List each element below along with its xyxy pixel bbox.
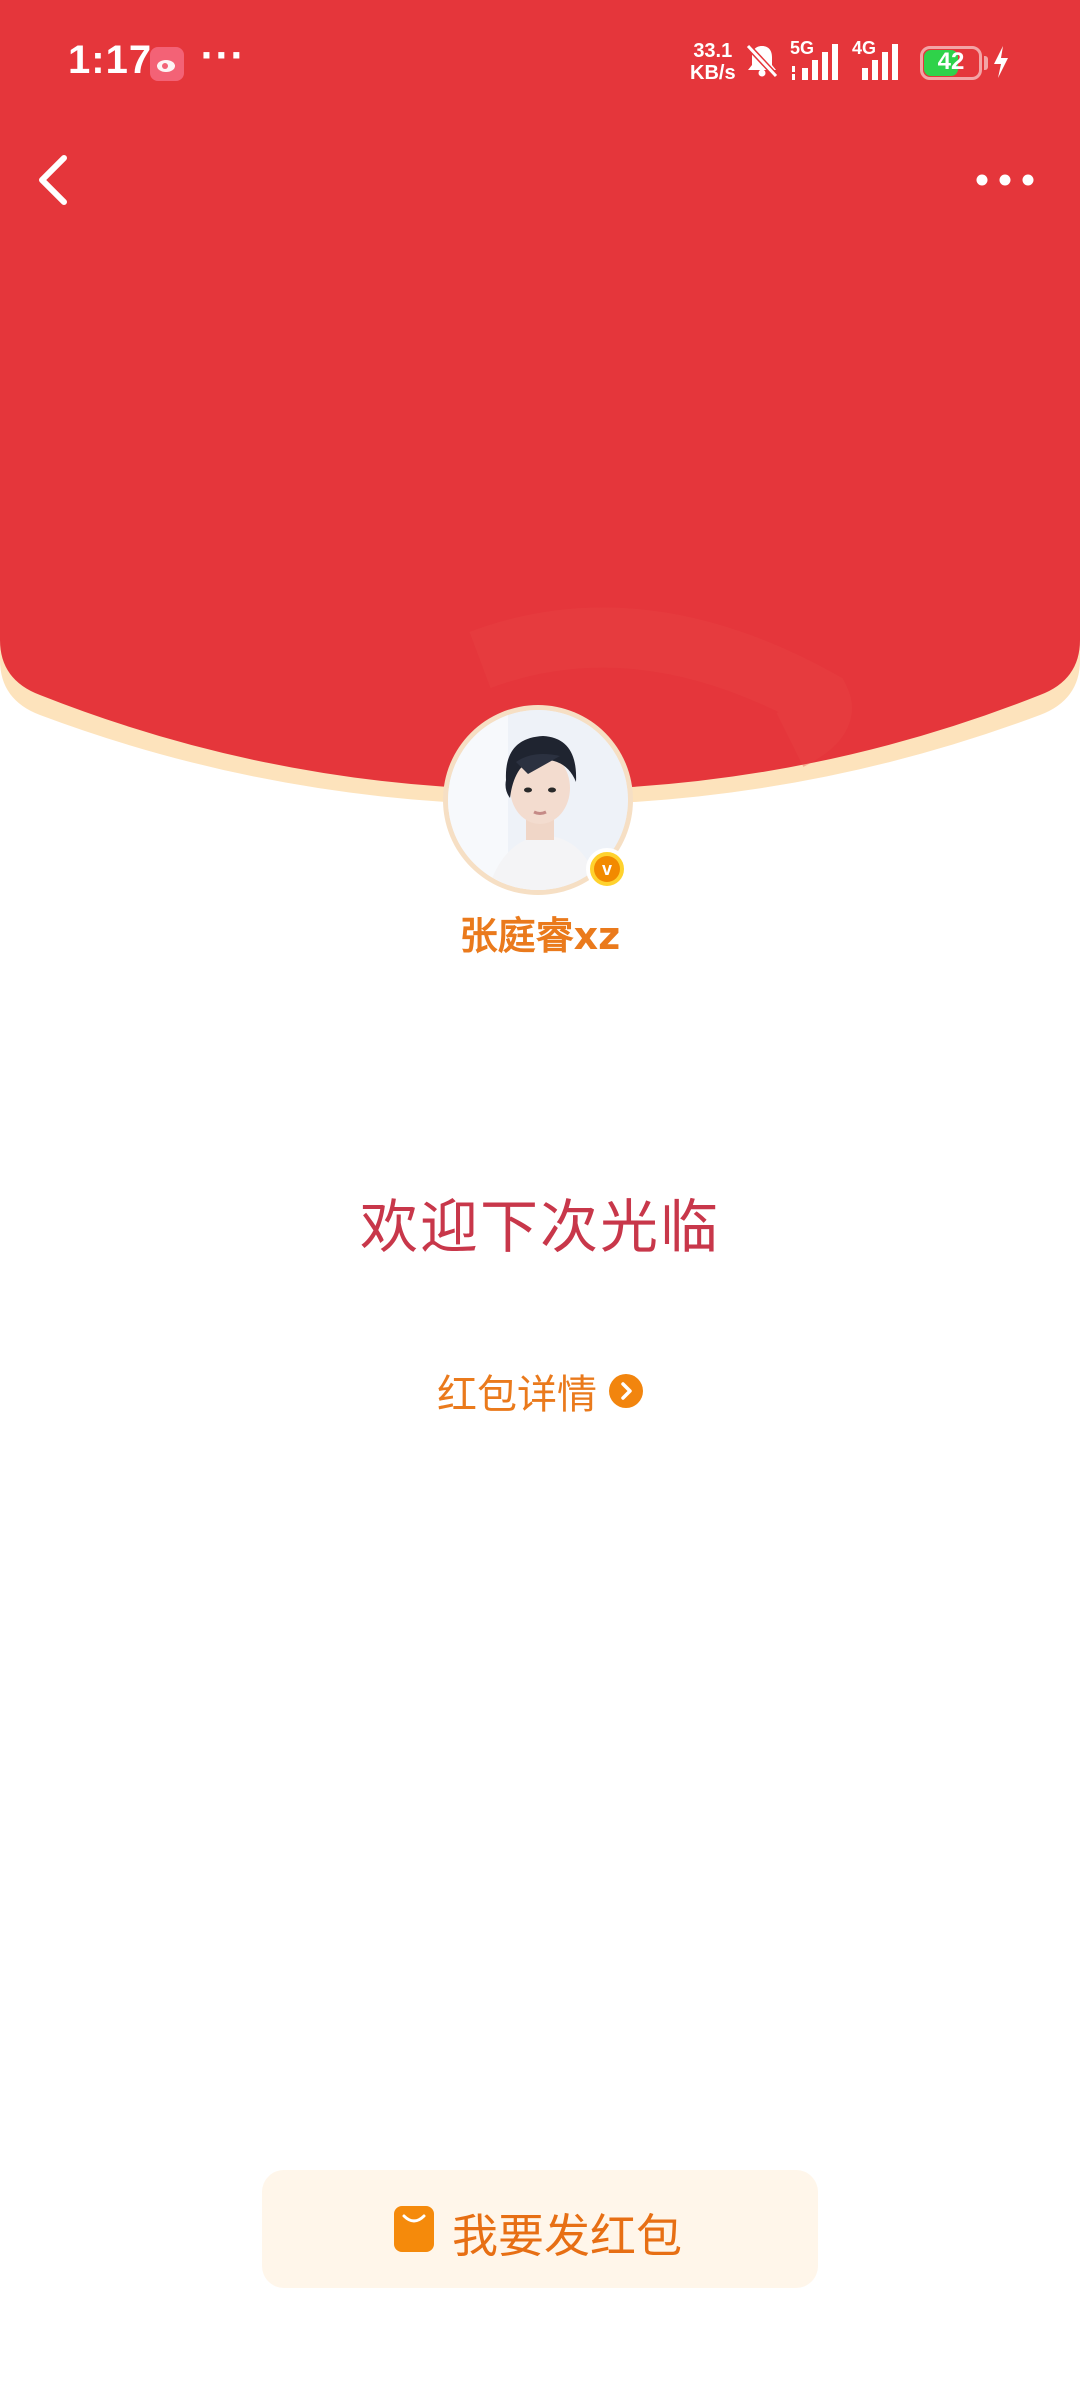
- red-packet-details-link[interactable]: 红包详情: [0, 1362, 1080, 1420]
- red-packet-page: 1:17 ··· 33.1 KB/s 5G 4G 42 v 张庭睿xz 欢迎下次…: [0, 0, 1080, 2403]
- more-options-button[interactable]: [970, 160, 1040, 200]
- more-notifications-icon: ···: [200, 36, 245, 76]
- username[interactable]: 张庭睿xz: [0, 905, 1080, 960]
- ellipsis-icon: [976, 174, 1034, 186]
- network-speed: 33.1 KB/s: [690, 40, 736, 84]
- verified-badge-icon: v: [586, 848, 628, 890]
- battery-icon: 42: [920, 46, 982, 80]
- details-label: 红包详情: [437, 1372, 597, 1418]
- status-bar: 1:17 ··· 33.1 KB/s 5G 4G 42: [0, 0, 1080, 130]
- chevron-right-circle-icon: [609, 1374, 643, 1408]
- battery-level: 42: [937, 48, 965, 75]
- send-red-packet-button[interactable]: 我要发红包: [262, 2170, 818, 2288]
- red-packet-icon: [394, 2206, 434, 2252]
- back-button[interactable]: [30, 150, 80, 210]
- send-button-label: 我要发红包: [452, 2209, 682, 2263]
- red-header: 1:17 ··· 33.1 KB/s 5G 4G 42: [0, 0, 1080, 820]
- status-time: 1:17: [68, 38, 153, 82]
- chevron-left-icon: [39, 155, 67, 205]
- result-message: 欢迎下次光临: [359, 1193, 720, 1261]
- weibo-notification-icon: [150, 47, 184, 81]
